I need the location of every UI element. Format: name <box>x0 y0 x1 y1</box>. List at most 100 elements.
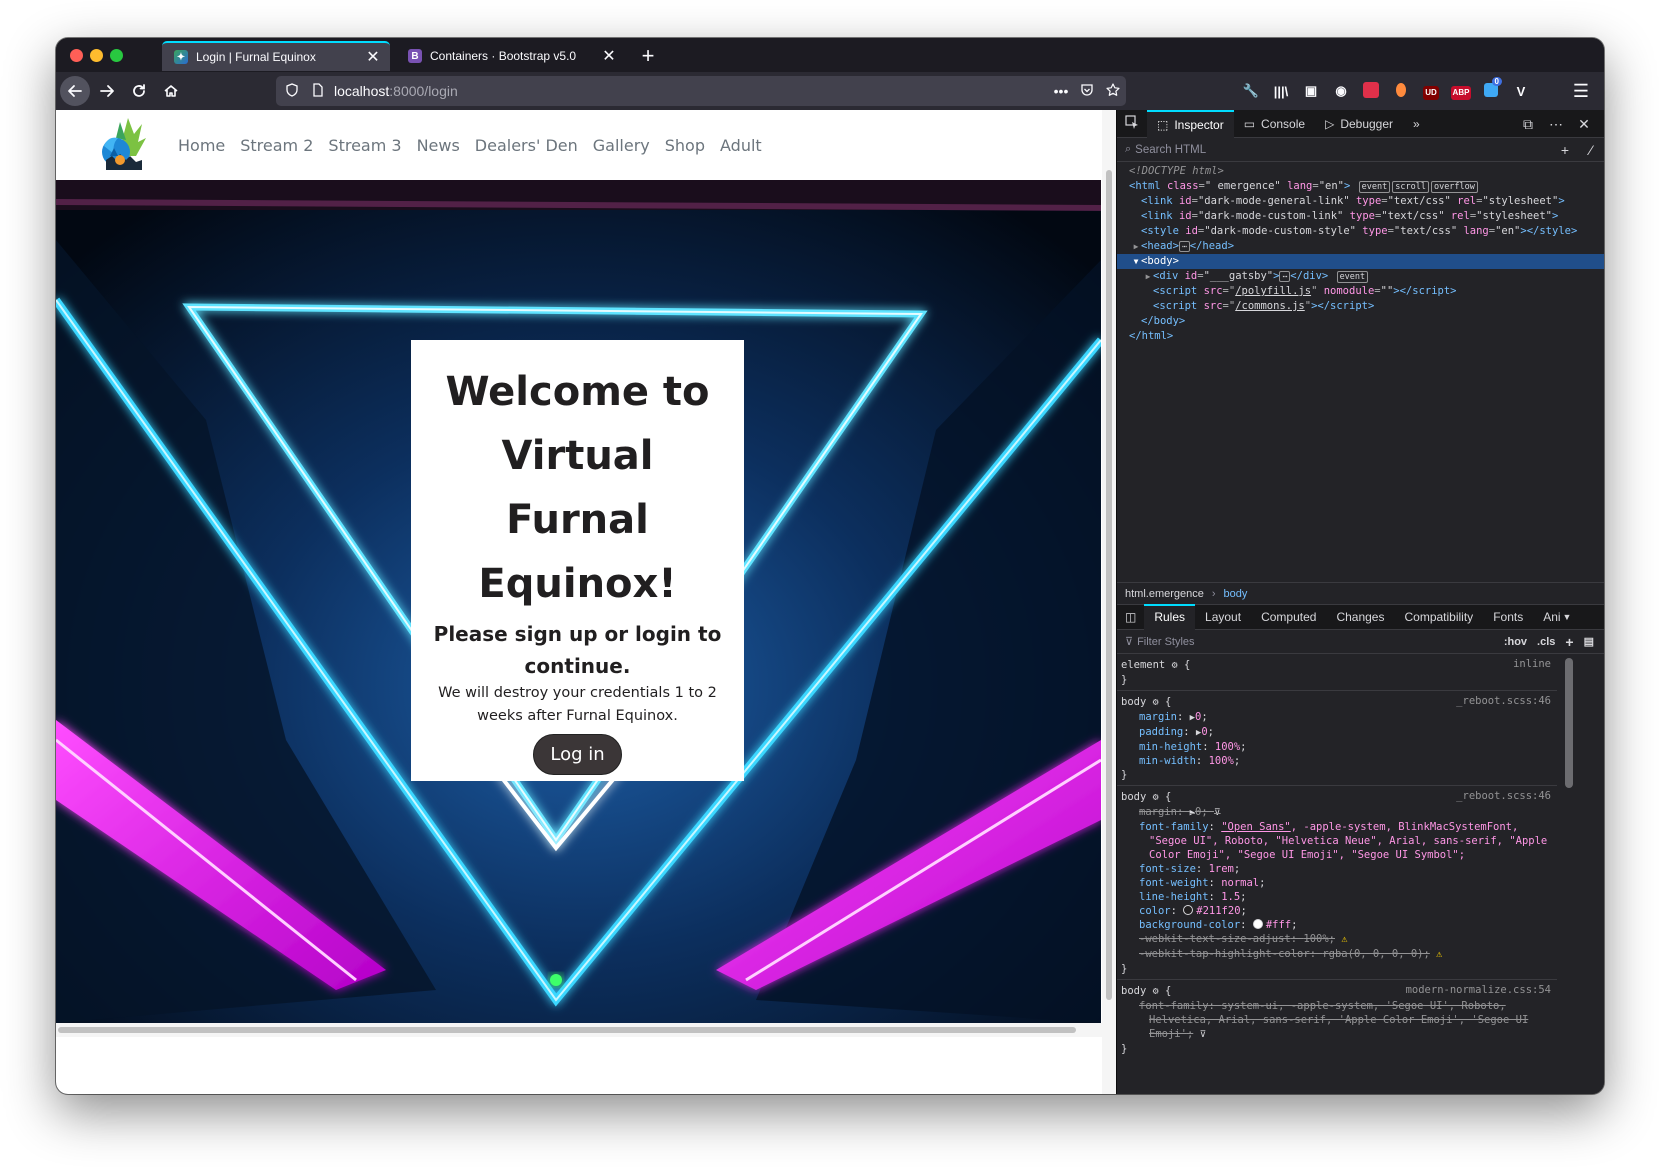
markup-line[interactable]: </html> <box>1117 329 1604 344</box>
html-search-input[interactable]: Search HTML <box>1135 144 1552 156</box>
vue-devtools-icon[interactable]: V <box>1506 84 1536 99</box>
web-developer-wrench-icon[interactable]: 🔧 <box>1236 83 1266 99</box>
close-devtools-icon[interactable]: ✕ <box>1570 116 1598 133</box>
home-button[interactable] <box>156 76 186 106</box>
nav-link-home[interactable]: Home <box>178 136 225 155</box>
warning-icon[interactable]: ⚠ <box>1341 934 1347 945</box>
horizontal-scrollbar[interactable] <box>56 1023 1102 1037</box>
hamburger-menu-icon[interactable]: ☰ <box>1566 76 1596 106</box>
rule-selector[interactable]: body <box>1121 791 1146 803</box>
tab-inspector[interactable]: ⬚ Inspector <box>1147 109 1234 138</box>
gear-icon[interactable]: ⚙ <box>1172 660 1178 671</box>
expand-arrow-icon[interactable]: ▶ <box>1143 269 1153 284</box>
tab-computed[interactable]: Computed <box>1251 604 1326 630</box>
tab-console[interactable]: ▭ Console <box>1234 110 1315 138</box>
event-badge[interactable]: event <box>1336 271 1369 283</box>
close-window-button[interactable] <box>70 49 83 62</box>
nav-link-gallery[interactable]: Gallery <box>593 136 650 155</box>
dock-side-icon[interactable]: ⧉ <box>1514 116 1542 133</box>
declaration-overridden[interactable]: font-family: system-ui, -apple-system, '… <box>1121 999 1557 1013</box>
rule-selector[interactable]: body <box>1121 696 1146 708</box>
close-tab-icon[interactable]: ✕ <box>362 47 384 67</box>
print-media-icon[interactable]: ▤ <box>1584 635 1594 648</box>
rule-source[interactable]: modern-normalize.css:54 <box>1406 984 1551 996</box>
vertical-scroll-thumb[interactable] <box>1106 170 1112 1000</box>
bookmark-star-icon[interactable] <box>1100 82 1126 100</box>
url-bar[interactable]: localhost:8000/login ••• <box>276 76 1126 106</box>
devtools-menu-icon[interactable]: ⋯ <box>1542 116 1570 133</box>
page-actions-menu-icon[interactable]: ••• <box>1048 83 1074 99</box>
markup-line[interactable]: ▶ <div id="___gatsby"> ⋯ </div> event <box>1117 269 1604 284</box>
warning-icon[interactable]: ⚠ <box>1436 949 1442 960</box>
nav-link-stream-2[interactable]: Stream 2 <box>240 136 313 155</box>
nav-link-adult[interactable]: Adult <box>720 136 762 155</box>
collapse-arrow-icon[interactable]: ▼ <box>1131 254 1141 269</box>
reload-button[interactable] <box>124 76 154 106</box>
url-text[interactable]: localhost:8000/login <box>334 83 1048 99</box>
tab-debugger[interactable]: ▷ Debugger <box>1315 110 1403 138</box>
tab-login-furnal-equinox[interactable]: ✦ Login | Furnal Equinox ✕ <box>162 41 390 71</box>
pocket-icon[interactable] <box>1074 83 1100 100</box>
declaration[interactable]: margin: ▶0; <box>1121 710 1557 725</box>
filter-styles-input[interactable]: Filter Styles <box>1137 636 1504 648</box>
more-tools-button[interactable]: » <box>1403 110 1430 138</box>
add-rule-icon[interactable]: + <box>1565 634 1573 650</box>
declaration[interactable]: font-size: 1rem; <box>1121 862 1557 876</box>
tracking-protection-shield-icon[interactable] <box>286 82 300 100</box>
add-node-icon[interactable]: + <box>1552 142 1578 158</box>
vertical-scrollbar[interactable] <box>1102 110 1116 1094</box>
color-swatch[interactable] <box>1183 905 1194 915</box>
library-icon[interactable]: |||\ <box>1266 84 1296 99</box>
horizontal-scroll-thumb[interactable] <box>58 1027 1076 1033</box>
color-swatch[interactable] <box>1252 919 1263 929</box>
markup-line[interactable]: <script src="/polyfill.js" nomodule=""><… <box>1117 284 1604 299</box>
extension-red-icon[interactable] <box>1356 81 1386 101</box>
tab-animations[interactable]: Ani <box>1533 604 1560 630</box>
markup-line-head[interactable]: ▶ <head> ⋯ </head> <box>1117 239 1604 254</box>
tab-changes[interactable]: Changes <box>1326 604 1394 630</box>
declaration[interactable]: font-family: "Open Sans", -apple-system,… <box>1121 820 1557 834</box>
tab-bootstrap-containers[interactable]: B Containers · Bootstrap v5.0 ✕ <box>396 41 626 71</box>
scroll-badge[interactable]: scroll <box>1392 181 1429 193</box>
classes-button[interactable]: .cls <box>1537 636 1555 648</box>
overflow-badge[interactable]: overflow <box>1430 181 1478 193</box>
expand-arrow-icon[interactable]: ▶ <box>1131 239 1141 254</box>
rule-selector[interactable]: element <box>1121 659 1165 671</box>
filter-icon[interactable]: ⊽ <box>1214 808 1221 818</box>
rules-scrollbar[interactable] <box>1565 658 1573 788</box>
declaration[interactable]: font-weight: normal; <box>1121 876 1557 890</box>
chevron-down-icon[interactable]: ▼ <box>1561 604 1574 630</box>
minimize-window-button[interactable] <box>90 49 103 62</box>
event-badge[interactable]: event <box>1358 181 1391 193</box>
ublock-origin-icon[interactable]: UD <box>1416 83 1446 100</box>
polyfill-link[interactable]: /polyfill.js <box>1235 285 1311 297</box>
breadcrumb-body[interactable]: body <box>1224 588 1248 600</box>
tab-layout[interactable]: Layout <box>1195 604 1251 630</box>
declaration[interactable]: min-height: 100%; <box>1121 740 1557 754</box>
sidebar-icon[interactable]: ▣ <box>1296 83 1326 99</box>
markup-line[interactable]: <script src="/commons.js"></script> <box>1117 299 1604 314</box>
furnal-equinox-logo[interactable] <box>98 116 148 174</box>
tab-fonts[interactable]: Fonts <box>1483 604 1533 630</box>
forward-button[interactable] <box>92 76 122 106</box>
toggle-sidebar-icon[interactable]: ◫ <box>1117 604 1144 630</box>
markup-line[interactable]: <style id="dark-mode-custom-style" type=… <box>1117 224 1604 239</box>
nav-link-news[interactable]: News <box>417 136 460 155</box>
account-icon[interactable]: ◉ <box>1326 83 1356 99</box>
rule-selector[interactable]: body <box>1121 985 1146 997</box>
nav-link-shop[interactable]: Shop <box>665 136 705 155</box>
rule-source[interactable]: _reboot.scss:46 <box>1456 790 1551 802</box>
declaration[interactable]: padding: ▶0; <box>1121 725 1557 740</box>
declaration[interactable]: color: #211f20; <box>1121 904 1557 918</box>
gear-icon[interactable]: ⚙ <box>1153 986 1159 997</box>
declaration-invalid[interactable]: -webkit-text-size-adjust: 100%; ⚠ <box>1121 932 1557 947</box>
commons-link[interactable]: /commons.js <box>1235 300 1305 312</box>
rule-source[interactable]: _reboot.scss:46 <box>1456 695 1551 707</box>
filter-icon[interactable]: ⊽ <box>1200 1030 1207 1040</box>
markup-line-body-selected[interactable]: ▼ <body> <box>1117 254 1604 269</box>
breadcrumb-html[interactable]: html.emergence <box>1125 588 1204 600</box>
tab-rules[interactable]: Rules <box>1144 604 1196 630</box>
markup-line[interactable]: <link id="dark-mode-custom-link" type="t… <box>1117 209 1604 224</box>
declaration-overridden[interactable]: margin: ▶0; ⊽ <box>1121 805 1557 820</box>
declaration[interactable]: background-color: #fff; <box>1121 918 1557 932</box>
